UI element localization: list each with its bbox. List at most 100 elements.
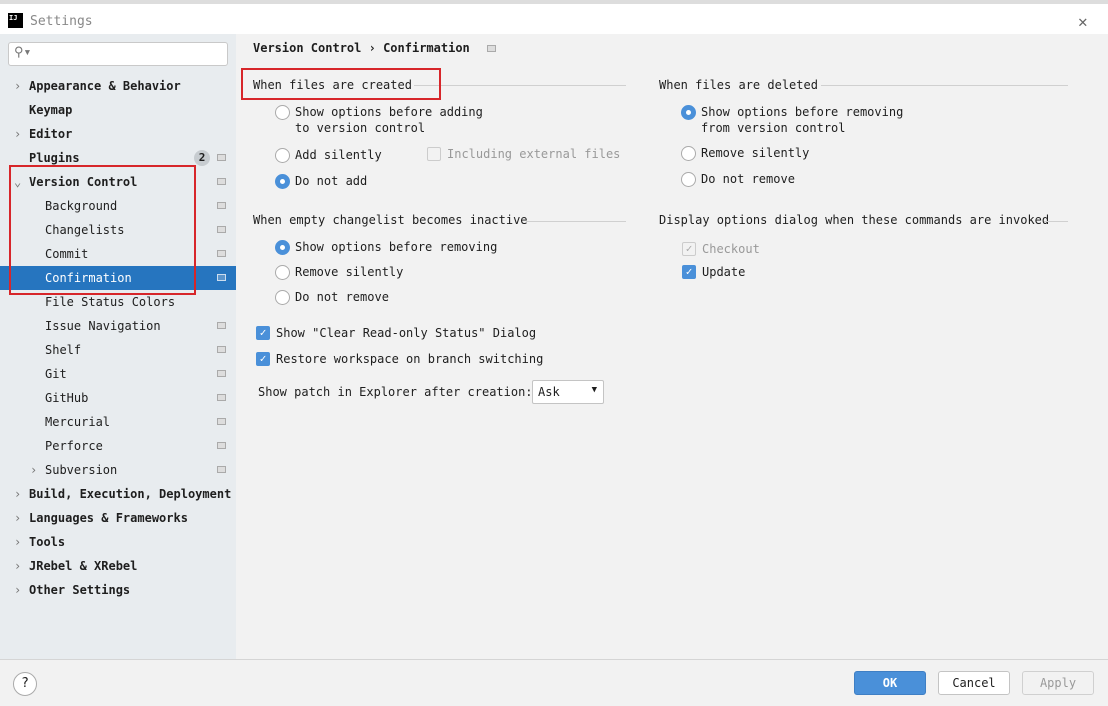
checkbox-checkout[interactable]: ✓ xyxy=(682,242,696,256)
project-scope-icon xyxy=(217,178,226,185)
chevron-down-icon: ▼ xyxy=(591,385,597,395)
sidebar-item-keymap[interactable]: Keymap xyxy=(0,98,236,122)
label-empty-do-not-remove: Do not remove xyxy=(295,290,389,304)
project-scope-icon xyxy=(217,346,226,353)
show-patch-select[interactable]: Ask ▼ xyxy=(532,380,604,404)
sidebar-item-label: Perforce xyxy=(45,439,103,453)
sidebar-item-label: Languages & Frameworks xyxy=(29,511,188,525)
radio-del-do-not-remove[interactable] xyxy=(681,172,696,187)
label-checkout: Checkout xyxy=(702,242,760,256)
sidebar-item-languages-frameworks[interactable]: › Languages & Frameworks xyxy=(0,506,236,530)
sidebar-item-label: Subversion xyxy=(45,463,118,477)
project-scope-icon xyxy=(217,274,226,281)
title-bar: IJ Settings ✕ xyxy=(0,0,1108,34)
sidebar: ⚲▾ › Appearance & Behavior Keymap › Editor Pl… xyxy=(0,34,236,659)
highlight-box xyxy=(241,68,441,100)
content-panel: Version Control › Confirmation When file… xyxy=(236,34,1108,659)
sidebar-item-build-execution-deployment[interactable]: › Build, Execution, Deployment xyxy=(0,482,236,506)
project-scope-icon xyxy=(217,442,226,449)
show-patch-value: Ask xyxy=(538,385,560,399)
checkbox-restore-workspace[interactable]: ✓ xyxy=(256,352,270,366)
project-scope-icon xyxy=(217,466,226,473)
project-scope-icon xyxy=(217,322,226,329)
sidebar-item-mercurial[interactable]: Mercurial xyxy=(0,410,236,434)
breadcrumb: Version Control › Confirmation xyxy=(253,41,497,55)
sidebar-item-jrebel-xrebel[interactable]: › JRebel & XRebel xyxy=(0,554,236,578)
radio-del-show-options[interactable] xyxy=(681,105,696,120)
radio-do-not-add[interactable] xyxy=(275,174,290,189)
sidebar-item-label: Appearance & Behavior xyxy=(29,79,181,93)
sidebar-item-label: Shelf xyxy=(45,343,82,357)
sidebar-item-label: Issue Navigation xyxy=(45,319,161,333)
sidebar-item-label: Build, Execution, Deployment xyxy=(29,487,232,501)
chevron-right-icon[interactable]: › xyxy=(14,122,21,146)
checkbox-including-external[interactable] xyxy=(427,147,441,161)
radio-empty-show-options[interactable] xyxy=(275,240,290,255)
search-input[interactable]: ⚲▾ xyxy=(8,42,228,66)
project-scope-icon xyxy=(217,154,226,161)
label-clear-readonly: Show "Clear Read-only Status" Dialog xyxy=(276,326,537,340)
sidebar-item-label: Tools xyxy=(29,535,66,549)
chevron-right-icon[interactable]: › xyxy=(14,506,21,530)
sidebar-item-label: GitHub xyxy=(45,391,89,405)
chevron-right-icon[interactable]: › xyxy=(14,578,21,602)
sidebar-item-shelf[interactable]: Shelf xyxy=(0,338,236,362)
label-do-not-add: Do not add xyxy=(295,174,368,188)
sidebar-item-label: Editor xyxy=(29,127,73,141)
ok-button[interactable]: OK xyxy=(854,671,926,695)
project-scope-icon xyxy=(217,394,226,401)
highlight-box xyxy=(9,165,196,295)
radio-empty-remove-silently[interactable] xyxy=(275,265,290,280)
radio-del-remove-silently[interactable] xyxy=(681,146,696,161)
sidebar-item-label: JRebel & XRebel xyxy=(29,559,138,573)
display-options-title: Display options dialog when these comman… xyxy=(659,213,1050,227)
sidebar-item-git[interactable]: Git xyxy=(0,362,236,386)
footer: ? OK Cancel Apply xyxy=(0,659,1108,706)
apply-button[interactable]: Apply xyxy=(1022,671,1094,695)
sidebar-item-perforce[interactable]: Perforce xyxy=(0,434,236,458)
radio-show-options-adding[interactable] xyxy=(275,105,290,120)
empty-changelist-title: When empty changelist becomes inactive xyxy=(253,213,528,227)
sidebar-item-issue-navigation[interactable]: Issue Navigation xyxy=(0,314,236,338)
project-scope-icon xyxy=(217,370,226,377)
radio-add-silently[interactable] xyxy=(275,148,290,163)
radio-empty-do-not-remove[interactable] xyxy=(275,290,290,305)
label-restore-workspace: Restore workspace on branch switching xyxy=(276,352,544,366)
sidebar-item-editor[interactable]: › Editor xyxy=(0,122,236,146)
breadcrumb-separator: › xyxy=(368,41,376,55)
sidebar-item-label: Mercurial xyxy=(45,415,111,429)
label-empty-remove-silently: Remove silently xyxy=(295,265,404,279)
close-icon[interactable]: ✕ xyxy=(1078,12,1088,31)
sidebar-item-subversion[interactable]: › Subversion xyxy=(0,458,236,482)
project-scope-icon xyxy=(217,250,226,257)
chevron-right-icon[interactable]: › xyxy=(14,530,21,554)
chevron-right-icon[interactable]: › xyxy=(14,482,21,506)
label-update: Update xyxy=(702,265,746,279)
chevron-right-icon[interactable]: › xyxy=(14,554,21,578)
sidebar-item-label: Git xyxy=(45,367,67,381)
label-del-do-not-remove: Do not remove xyxy=(701,172,795,186)
label-show-options-adding: Show options before adding to version con… xyxy=(295,105,483,135)
label-including-external: Including external files xyxy=(447,147,621,161)
search-icon: ⚲▾ xyxy=(14,45,32,60)
label-empty-show-options: Show options before removing xyxy=(295,240,498,254)
sidebar-item-tools[interactable]: › Tools xyxy=(0,530,236,554)
checkbox-clear-readonly[interactable]: ✓ xyxy=(256,326,270,340)
sidebar-item-label: Other Settings xyxy=(29,583,131,597)
cancel-button[interactable]: Cancel xyxy=(938,671,1010,695)
deleted-title: When files are deleted xyxy=(659,78,818,92)
help-button[interactable]: ? xyxy=(13,672,37,696)
checkbox-update[interactable]: ✓ xyxy=(682,265,696,279)
project-scope-icon xyxy=(217,226,226,233)
project-scope-icon xyxy=(217,202,226,209)
project-scope-icon xyxy=(217,418,226,425)
label-show-patch: Show patch in Explorer after creation: xyxy=(258,385,533,399)
app-logo-icon: IJ xyxy=(8,13,23,28)
chevron-right-icon[interactable]: › xyxy=(30,458,37,482)
sidebar-item-other-settings[interactable]: › Other Settings xyxy=(0,578,236,602)
chevron-right-icon[interactable]: › xyxy=(14,74,21,98)
label-del-remove-silently: Remove silently xyxy=(701,146,810,160)
sidebar-item-github[interactable]: GitHub xyxy=(0,386,236,410)
sidebar-item-appearance-behavior[interactable]: › Appearance & Behavior xyxy=(0,74,236,98)
breadcrumb-parent[interactable]: Version Control xyxy=(253,41,361,55)
